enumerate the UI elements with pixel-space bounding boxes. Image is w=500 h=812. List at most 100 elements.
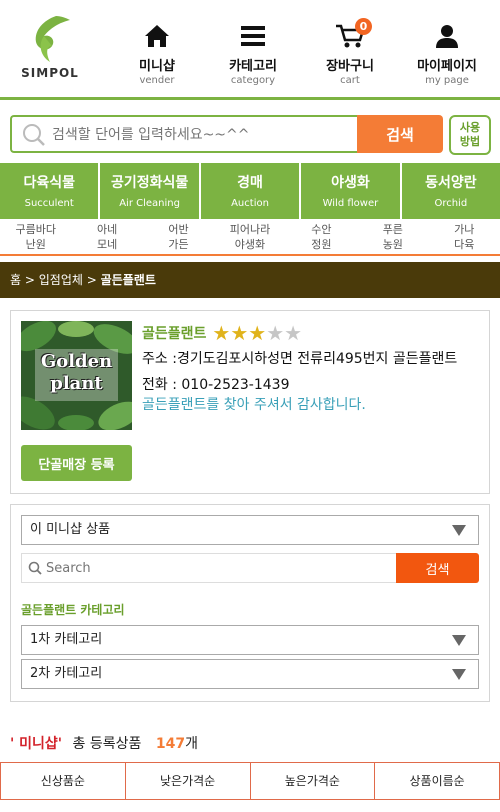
vendor-link-line: 수안 [311, 223, 332, 236]
star-empty-icon: ★ [266, 321, 285, 345]
sort-newest-button[interactable]: 신상품순 [0, 763, 125, 799]
product-filter-card: 이 미니샵 상품 검색 골든플랜트 카테고리 1차 카테고리 2차 카테고리 [10, 504, 490, 702]
sort-name-button[interactable]: 상품이름순 [374, 763, 500, 799]
nav-minishop[interactable]: 미니샵 vender [112, 20, 202, 86]
total-products-label: 총 등록상품 [72, 736, 142, 752]
sort-tabs: 신상품순 낮은가격순 높은가격순 상품이름순 [0, 762, 500, 800]
site-header: SIMPOL 미니샵 vender 카테고리 category 0 장바구니 c… [0, 0, 500, 100]
product-count-summary: ' 미니샵' 총 등록상품 147개 [10, 733, 198, 753]
vendor-link[interactable]: 구름바다 난원 [0, 220, 71, 254]
vendor-link-line: 모네 [97, 238, 118, 251]
nav-sublabel: cart [340, 75, 360, 86]
category-1-select[interactable]: 1차 카테고리 [21, 625, 479, 655]
nav-label: 마이페이지 [417, 59, 477, 74]
shop-address-row: 주소 : 경기도김포시하성면 전류리495번지 골든플랜트 [142, 349, 482, 369]
category-orchid[interactable]: 동서양란 Orchid [401, 163, 500, 219]
search-scope-select[interactable]: 이 미니샵 상품 [21, 515, 479, 545]
menu-icon [241, 26, 265, 46]
breadcrumb: 홈 > 입점업체 > 골든플랜트 [0, 262, 500, 298]
breadcrumb-current: 골든플랜트 [100, 273, 156, 287]
user-icon [436, 25, 458, 48]
category-label: 야생화 [331, 175, 370, 191]
category-sublabel: Succulent [24, 198, 74, 209]
category-sublabel: Wild flower [322, 198, 379, 209]
category-sublabel: Air Cleaning [119, 198, 180, 209]
shop-category-heading: 골든플랜트 카테고리 [21, 603, 125, 617]
star-filled-icon: ★ [248, 321, 267, 345]
how-to-use-label: 방법 [459, 135, 481, 148]
category-auction[interactable]: 경매 Auction [200, 163, 302, 219]
category-nav: 다육식물 Succulent 공기정화식물 Air Cleaning 경매 Au… [0, 163, 500, 219]
vendor-link-line: 다육 [454, 238, 475, 251]
shop-name[interactable]: 골든플랜트 [142, 323, 206, 343]
shop-details: 주소 : 경기도김포시하성면 전류리495번지 골든플랜트 전화 : 010-2… [142, 349, 482, 415]
category-sublabel: Orchid [434, 198, 468, 209]
vendor-link-line: 가나 [454, 223, 475, 236]
nav-label: 미니샵 [139, 59, 175, 74]
dropdown-caret-icon [452, 635, 466, 646]
vendor-link[interactable]: 아네 모네 [71, 220, 142, 254]
search-icon [23, 124, 45, 146]
category-wild-flower[interactable]: 야생화 Wild flower [301, 163, 402, 219]
search-button[interactable]: 검색 [357, 115, 443, 153]
vendor-link-line: 야생화 [234, 238, 266, 251]
search-input[interactable] [52, 124, 352, 146]
category-label: 동서양란 [425, 175, 477, 191]
minishop-label: ' 미니샵' [10, 736, 63, 752]
sort-low-price-button[interactable]: 낮은가격순 [124, 763, 250, 799]
nav-sublabel: vender [139, 75, 175, 86]
vendor-link-line: 어반 [168, 223, 189, 236]
nav-sublabel: category [230, 75, 276, 86]
vendor-link[interactable]: 어반 가든 [143, 220, 214, 254]
search-field[interactable] [10, 115, 357, 153]
how-to-use-label: 사용 [459, 121, 481, 134]
shop-search-input[interactable] [46, 559, 386, 577]
address-label: 주소 : [142, 351, 177, 367]
vendor-link-line: 난원 [25, 238, 46, 251]
category-label: 다육식물 [23, 175, 75, 191]
vendor-shortcut-list: 구름바다 난원 아네 모네 어반 가든 피어나라 야생화 수안 정원 푸른 농원… [0, 220, 500, 256]
vendor-link-line: 농원 [382, 238, 403, 251]
breadcrumb-separator: > [24, 273, 35, 287]
vendor-link-line: 아네 [97, 223, 118, 236]
category-2-select[interactable]: 2차 카테고리 [21, 659, 479, 689]
vendor-link[interactable]: 푸른 농원 [357, 220, 428, 254]
breadcrumb-home[interactable]: 홈 [10, 273, 21, 287]
shop-image-text: Golden plant [21, 351, 132, 395]
add-favorite-shop-button[interactable]: 단골매장 등록 [21, 445, 132, 481]
shop-search-button[interactable]: 검색 [396, 553, 479, 583]
shop-image: Golden plant [21, 321, 132, 430]
vendor-link[interactable]: 가나 다육 [429, 220, 500, 254]
category-air-cleaning[interactable]: 공기정화식물 Air Cleaning [100, 163, 201, 219]
select-value: 2차 카테고리 [30, 666, 103, 681]
shop-search-field[interactable] [21, 553, 397, 583]
category-label: 공기정화식물 [110, 175, 189, 191]
nav-label: 카테고리 [229, 59, 277, 74]
nav-cart[interactable]: 0 장바구니 cart [305, 18, 395, 86]
sort-high-price-button[interactable]: 높은가격순 [249, 763, 375, 799]
star-filled-icon: ★ [212, 321, 231, 345]
nav-mypage[interactable]: 마이페이지 my page [402, 20, 492, 86]
site-logo[interactable]: SIMPOL [18, 14, 82, 88]
vendor-link[interactable]: 피어나라 야생화 [214, 220, 285, 254]
vendor-link-line: 가든 [168, 238, 189, 251]
count-unit: 개 [185, 736, 198, 752]
how-to-use-button[interactable]: 사용 방법 [449, 115, 491, 155]
dropdown-caret-icon [452, 669, 466, 680]
vendor-link-line: 정원 [311, 238, 332, 251]
vendor-link-line: 푸른 [382, 223, 403, 236]
star-filled-icon: ★ [230, 321, 249, 345]
shop-phone[interactable]: 010-2523-1439 [181, 377, 289, 393]
shop-info-card: Golden plant 골든플랜트 ★ ★ ★ ★ ★ 주소 : 경기도김포시… [10, 310, 490, 494]
cart-count-badge: 0 [355, 18, 372, 35]
vendor-link[interactable]: 수안 정원 [286, 220, 357, 254]
nav-category[interactable]: 카테고리 category [208, 20, 298, 86]
leaf-logo-icon [35, 16, 70, 62]
category-sublabel: Auction [231, 198, 269, 209]
product-count: 147 [155, 736, 186, 752]
search-icon [28, 561, 42, 575]
shop-address: 경기도김포시하성면 전류리495번지 골든플랜트 [176, 351, 458, 367]
breadcrumb-vendors[interactable]: 입점업체 [39, 273, 83, 287]
category-succulent[interactable]: 다육식물 Succulent [0, 163, 101, 219]
shop-phone-row: 전화 : 010-2523-1439 [142, 375, 482, 395]
